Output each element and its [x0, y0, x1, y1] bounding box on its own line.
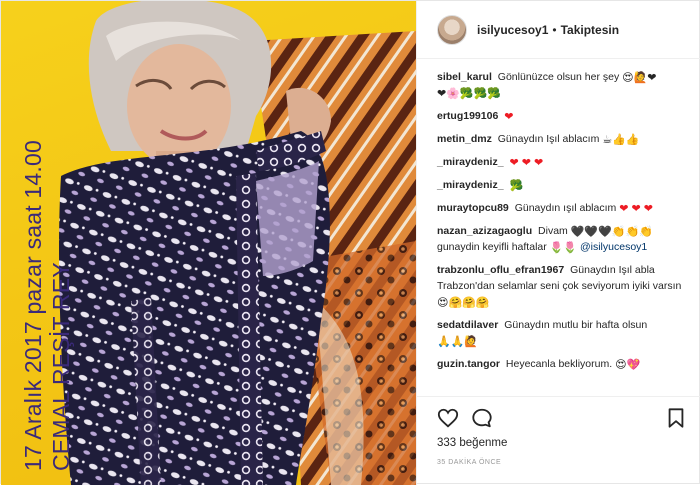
comment-username[interactable]: trabzonlu_oflu_efran1967	[437, 264, 564, 276]
bookmark-icon[interactable]	[665, 407, 687, 429]
comment-emoji: 🌷🌷	[549, 242, 578, 254]
comment-username[interactable]: sibel_karul	[437, 71, 492, 83]
comment-emoji: 😍🙋❤	[622, 72, 657, 84]
comment-username[interactable]: _miraydeniz_	[437, 156, 504, 168]
comment-item: sibel_karul Gönlünüzce olsun her şey 😍🙋❤…	[437, 69, 699, 101]
post-timestamp: 35 DAKİKA ÖNCE	[437, 459, 502, 466]
comment-emoji: 🙏🙏🙋	[437, 336, 479, 348]
comment-item: guzin.tangor Heyecanla bekliyorum. 😍💖	[437, 356, 699, 372]
comment-item: _miraydeniz_ ❤ ❤ ❤	[437, 154, 699, 170]
comment-item: metin_dmz Günaydın Işıl ablacım ☕👍👍	[437, 131, 699, 147]
avatar[interactable]	[437, 14, 467, 45]
caption-venue-line: CEMAL REŞİT REY	[48, 262, 74, 471]
follow-status[interactable]: Takiptesin	[561, 23, 619, 37]
comments-list: sibel_karul Gönlünüzce olsun her şey 😍🙋❤…	[437, 69, 699, 379]
post-header: isilyucesoy1 • Takiptesin	[417, 1, 700, 59]
comment-emoji: ❤ ❤ ❤	[509, 157, 544, 169]
comment-item: trabzonlu_oflu_efran1967 Günaydın Işıl a…	[437, 262, 699, 310]
heart-outline-icon[interactable]	[437, 407, 459, 429]
post-side-panel: isilyucesoy1 • Takiptesin sibel_karul Gö…	[416, 1, 700, 485]
comment-username[interactable]: muraytopcu89	[437, 202, 509, 214]
comment-mention[interactable]: @isilyucesoy1	[580, 241, 647, 253]
comment-item: ertug199106 ❤	[437, 108, 699, 124]
comment-text: Divam	[538, 225, 568, 237]
header-username[interactable]: isilyucesoy1	[477, 23, 548, 37]
comment-emoji: 🖤🖤🖤👏👏👏	[570, 226, 653, 238]
comment-emoji: 😍🤗🤗🤗	[437, 297, 490, 309]
likes-count[interactable]: 333 beğenme	[437, 437, 507, 449]
speech-bubble-icon[interactable]	[471, 407, 493, 429]
comment-item: sedatdilaver Günaydın mutlu bir hafta ol…	[437, 317, 699, 349]
photo-event-caption: 17 Aralık 2017 pazar saat 14.00 CEMAL RE…	[19, 11, 75, 471]
comment-username[interactable]: guzin.tangor	[437, 358, 500, 370]
comment-username[interactable]: sedatdilaver	[437, 319, 498, 331]
instagram-post: 17 Aralık 2017 pazar saat 14.00 CEMAL RE…	[0, 0, 700, 485]
header-separator: •	[552, 22, 557, 37]
caption-date-line: 17 Aralık 2017 pazar saat 14.00	[20, 140, 46, 471]
comment-text: Gönlünüzce olsun her şey	[497, 71, 620, 83]
comment-emoji: ☕👍👍	[602, 134, 640, 146]
comment-emoji: ❤ ❤ ❤	[619, 203, 653, 215]
comment-username[interactable]: nazan_azizagaoglu	[437, 225, 532, 237]
comment-emoji: ❤🌸🥦🥦🥦	[437, 88, 502, 100]
comment-emoji: ❤	[504, 111, 514, 123]
comment-item: _miraydeniz_ 🥦	[437, 177, 699, 193]
post-actions-bar	[417, 396, 700, 436]
comment-item: nazan_azizagaoglu Divam 🖤🖤🖤👏👏👏 gunaydin …	[437, 223, 699, 255]
post-photo[interactable]: 17 Aralık 2017 pazar saat 14.00 CEMAL RE…	[1, 1, 416, 485]
comment-username[interactable]: metin_dmz	[437, 133, 492, 145]
comment-emoji: 😍💖	[615, 359, 641, 371]
comment-item: muraytopcu89 Günaydın ışıl ablacım ❤ ❤ ❤	[437, 200, 699, 216]
comment-text: Heyecanla bekliyorum.	[505, 358, 613, 370]
comment-text: gunaydin keyifli haftalar	[437, 241, 547, 253]
comment-text: Günaydın Işıl ablacım	[497, 133, 600, 145]
comment-text: Günaydın mutlu bir hafta olsun	[504, 319, 648, 331]
comment-username[interactable]: _miraydeniz_	[437, 179, 504, 191]
comment-username[interactable]: ertug199106	[437, 110, 498, 122]
comment-text: Günaydın ışıl ablacım	[514, 202, 617, 214]
comment-emoji: 🥦	[509, 180, 524, 192]
